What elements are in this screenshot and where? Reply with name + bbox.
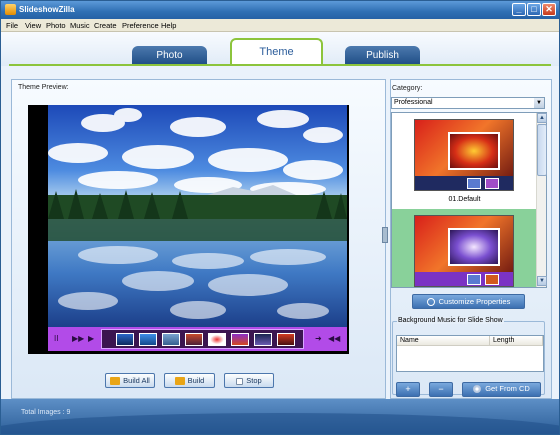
theme-list: 01.Default — [391, 112, 547, 288]
stop-icon — [236, 377, 244, 385]
minimize-icon: _ — [516, 4, 522, 14]
app-logo-icon — [5, 4, 16, 15]
tab-theme[interactable]: Theme — [230, 38, 323, 66]
preview-image — [48, 105, 347, 327]
build-label: Build — [187, 376, 205, 385]
maximize-icon: □ — [531, 4, 537, 14]
app-title: SlideshowZilla — [19, 5, 75, 14]
tab-publish-label: Publish — [366, 50, 399, 61]
stop-label: Stop — [246, 376, 262, 385]
theme-preview-label: Theme Preview: — [18, 84, 69, 91]
app-window: SlideshowZilla _ □ ✕ File View Photo Mus… — [0, 0, 560, 435]
thumbnail[interactable] — [116, 333, 134, 346]
category-selected-value: Professional — [394, 99, 433, 106]
column-header-name[interactable]: Name — [397, 336, 490, 346]
plus-icon: + — [405, 384, 411, 394]
theme-item[interactable]: 01.Default — [392, 113, 537, 205]
get-from-cd-button[interactable]: Get From CD — [462, 382, 541, 397]
tab-photo-label: Photo — [156, 50, 183, 61]
tab-photo[interactable]: Photo — [132, 46, 207, 66]
scroll-down-icon[interactable]: ▼ — [537, 276, 547, 286]
lake-landscape-image — [48, 105, 347, 327]
customize-properties-label: Customize Properties — [438, 297, 511, 306]
play-button[interactable]: ▶ — [88, 331, 94, 347]
pause-button[interactable]: II — [54, 331, 58, 347]
build-all-icon — [110, 377, 121, 386]
tab-theme-label: Theme — [259, 46, 294, 58]
build-icon — [174, 377, 185, 386]
status-bar-decoration — [1, 413, 559, 434]
close-icon: ✕ — [545, 4, 553, 14]
customize-properties-button[interactable]: Customize Properties — [412, 294, 525, 309]
menu-bar: File View Photo Music Create Preference … — [1, 19, 559, 32]
category-label: Category: — [392, 85, 423, 92]
menu-help[interactable]: Help — [161, 20, 176, 31]
panel-splitter-handle[interactable] — [382, 227, 388, 243]
thumbnail[interactable] — [162, 333, 180, 346]
forward-button[interactable]: ➜ — [315, 331, 322, 347]
status-bar: Total Images : 9 — [1, 399, 559, 434]
thumbnail[interactable] — [231, 333, 249, 346]
scroll-up-icon[interactable]: ▲ — [537, 113, 547, 123]
menu-view[interactable]: View — [25, 20, 41, 31]
tab-divider — [9, 64, 551, 66]
menu-music[interactable]: Music — [70, 20, 90, 31]
thumbnail[interactable] — [185, 333, 203, 346]
close-button[interactable]: ✕ — [542, 3, 556, 16]
column-header-length[interactable]: Length — [490, 336, 543, 346]
add-music-button[interactable]: + — [396, 382, 420, 397]
minus-icon: − — [438, 384, 444, 394]
menu-create[interactable]: Create — [94, 20, 117, 31]
thumbnail[interactable] — [208, 333, 226, 346]
theme-item[interactable] — [392, 209, 537, 287]
rewind-button[interactable]: ◀◀ — [328, 331, 340, 347]
title-bar[interactable]: SlideshowZilla _ □ ✕ — [1, 1, 559, 19]
total-images-status: Total Images : 9 — [21, 409, 71, 416]
thumbnail[interactable] — [254, 333, 272, 346]
tab-strip: Photo Theme Publish — [1, 32, 559, 66]
gear-icon — [426, 298, 435, 307]
theme-thumbnail — [414, 215, 514, 287]
menu-file[interactable]: File — [6, 20, 18, 31]
scrollbar-thumb[interactable] — [537, 124, 547, 176]
thumbnail[interactable] — [139, 333, 157, 346]
remove-music-button[interactable]: − — [429, 382, 453, 397]
build-button[interactable]: Build — [164, 373, 215, 388]
maximize-button[interactable]: □ — [527, 3, 541, 16]
menu-preference[interactable]: Preference — [122, 20, 159, 31]
theme-list-scrollbar[interactable]: ▲ ▼ — [536, 113, 547, 287]
tab-publish[interactable]: Publish — [345, 46, 420, 66]
build-all-label: Build All — [123, 376, 150, 385]
cd-icon — [473, 385, 482, 394]
stop-button[interactable]: Stop — [224, 373, 274, 388]
thumbnail-strip — [101, 329, 304, 349]
build-all-button[interactable]: Build All — [105, 373, 155, 388]
thumbnail[interactable] — [277, 333, 295, 346]
music-table[interactable]: Name Length — [396, 335, 544, 372]
get-from-cd-label: Get From CD — [485, 384, 530, 393]
next-button[interactable]: ▶▶ — [72, 331, 84, 347]
theme-name: 01.Default — [448, 196, 481, 203]
menu-photo[interactable]: Photo — [46, 20, 66, 31]
theme-thumbnail — [414, 119, 514, 191]
chevron-down-icon[interactable]: ▼ — [534, 98, 544, 108]
minimize-button[interactable]: _ — [512, 3, 526, 16]
background-music-title: Background Music for Slide Show — [397, 317, 504, 324]
category-select[interactable]: Professional ▼ — [391, 97, 545, 109]
